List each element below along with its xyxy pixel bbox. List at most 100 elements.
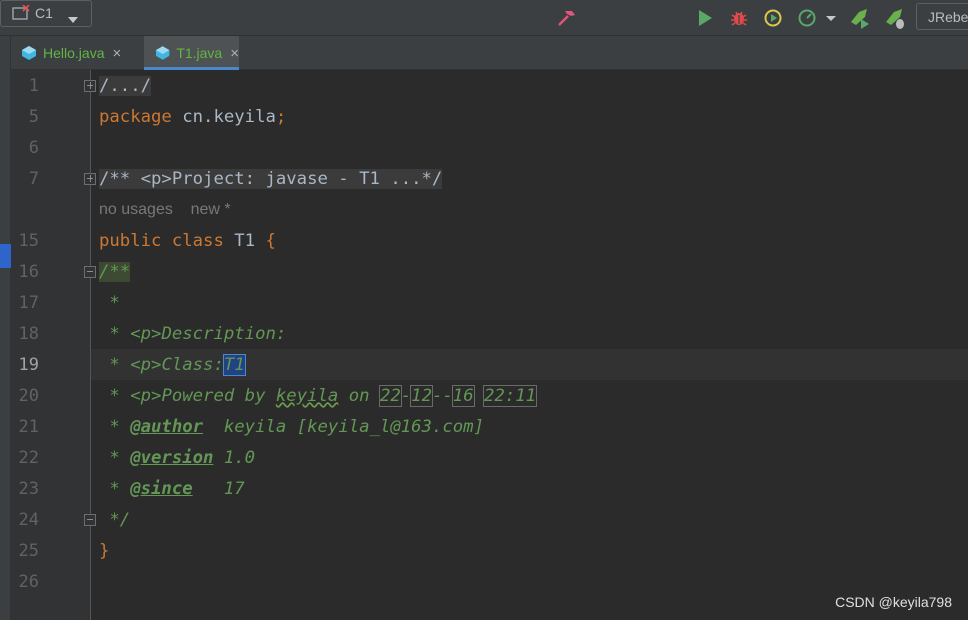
line-number: 24 <box>18 510 39 530</box>
doc-text: Powered by <box>161 386 276 406</box>
code-line-25: } <box>99 540 109 562</box>
build-hammer-icon[interactable] <box>552 4 580 32</box>
date-separator: - <box>400 386 412 406</box>
brace: { <box>265 231 276 251</box>
run-configuration-selector[interactable]: C1 <box>0 0 92 27</box>
fold-collapse-icon[interactable] <box>84 514 96 526</box>
inlay-usage-hint[interactable]: no usages new * <box>99 201 231 219</box>
line-number: 17 <box>18 293 39 313</box>
doc-prefix: * <box>99 386 131 406</box>
code-line-19: * <p>Class:T1 <box>99 354 246 376</box>
main-toolbar: C1 JRebel <box>0 0 968 36</box>
keyword: public class <box>99 231 224 251</box>
watermark: CSDN @keyila798 <box>835 594 952 610</box>
javadoc-tag: @since <box>130 479 193 499</box>
tab-label: T1.java <box>176 45 223 61</box>
line-number: 22 <box>18 448 39 468</box>
doc-comment-start: /** <box>99 262 131 282</box>
doc-text: on <box>338 386 380 406</box>
structure-marker[interactable] <box>0 244 11 268</box>
code-line-20: * <p>Powered by keyila on 22-12--16 22:1… <box>99 385 538 407</box>
line-number: 21 <box>18 417 39 437</box>
current-line-number: 19 <box>18 355 39 375</box>
date-space <box>474 386 484 406</box>
doc-text: 17 <box>192 479 245 499</box>
code-line-24: */ <box>99 510 131 530</box>
close-icon[interactable]: × <box>112 45 121 62</box>
jrebel-selector[interactable]: JRebel <box>916 3 968 30</box>
code-editor[interactable]: 1 5 6 7 15 16 17 18 19 20 21 22 23 24 25… <box>11 70 968 620</box>
doc-prefix: * <box>99 448 131 468</box>
fold-expand-icon[interactable] <box>84 80 96 92</box>
doc-prefix: * <box>99 355 131 375</box>
code-line-16: /** <box>99 261 131 283</box>
keyword: package <box>99 107 172 127</box>
close-icon[interactable]: × <box>230 45 239 62</box>
javadoc-tag: @version <box>130 448 214 468</box>
code-line-5: package cn.keyila; <box>99 106 286 128</box>
doc-text: 1.0 <box>213 448 256 468</box>
jrebel-debug-icon[interactable] <box>881 4 909 32</box>
line-number: 18 <box>18 324 39 344</box>
fold-collapse-icon[interactable] <box>84 266 96 278</box>
html-tag: <p> <box>130 355 162 375</box>
editor-tab-bar: Hello.java × T1.java × <box>11 36 968 70</box>
doc-text: Class: <box>161 355 224 375</box>
doc-text: Description: <box>161 324 287 344</box>
typo-word[interactable]: keyila <box>276 386 338 406</box>
selected-word[interactable]: T1 <box>222 354 246 376</box>
doc-prefix: * <box>99 479 131 499</box>
line-number: 20 <box>18 386 39 406</box>
time-field[interactable]: 22:11 <box>483 385 538 407</box>
date-field-year[interactable]: 22 <box>378 385 402 407</box>
gutter-separator <box>90 70 91 620</box>
profiler-icon[interactable] <box>794 4 840 32</box>
fold-expand-icon[interactable] <box>84 173 96 185</box>
left-tool-strip <box>0 36 11 620</box>
run-config-icon <box>12 4 30 25</box>
code-line-22: * @version 1.0 <box>99 447 255 469</box>
jrebel-run-icon[interactable] <box>846 4 874 32</box>
line-number: 7 <box>28 169 39 189</box>
java-class-icon <box>155 46 170 60</box>
date-field-day[interactable]: 16 <box>451 385 475 407</box>
code-line-7: /** <p>Project: javase - T1 ...*/ <box>99 168 443 190</box>
brace: } <box>99 541 110 561</box>
run-config-label: C1 <box>35 5 53 21</box>
line-number: 15 <box>18 231 39 251</box>
line-number: 5 <box>28 107 39 127</box>
coverage-icon[interactable] <box>760 4 786 32</box>
tab-label: Hello.java <box>43 45 105 61</box>
code-line-15: public class T1 { <box>99 230 276 252</box>
doc-text: keyila [keyila_l@163.com] <box>203 417 484 437</box>
dropdown-arrow-icon <box>67 9 79 28</box>
line-number: 1 <box>28 76 39 96</box>
tab-t1-java[interactable]: T1.java × <box>144 36 239 70</box>
debug-icon[interactable] <box>726 4 752 32</box>
line-number: 23 <box>18 479 39 499</box>
semicolon: ; <box>275 107 287 127</box>
doc-prefix: * <box>99 324 131 344</box>
package-name: cn.keyila <box>171 107 276 127</box>
html-tag: <p> <box>130 386 162 406</box>
line-number: 6 <box>28 138 39 158</box>
line-number: 16 <box>18 262 39 282</box>
date-separator: -- <box>431 386 453 406</box>
code-line-17: * <box>99 293 120 313</box>
html-tag: <p> <box>130 324 162 344</box>
doc-prefix: * <box>99 417 131 437</box>
date-field-month[interactable]: 12 <box>410 385 433 407</box>
tab-hello-java[interactable]: Hello.java × <box>21 36 146 70</box>
java-class-icon <box>22 46 36 60</box>
line-number: 26 <box>18 572 39 592</box>
line-number: 25 <box>18 541 39 561</box>
run-icon[interactable] <box>692 4 718 32</box>
folded-region[interactable]: /.../ <box>99 76 152 96</box>
javadoc-tag: @author <box>130 417 204 437</box>
code-line-1: /.../ <box>99 75 152 97</box>
code-line-23: * @since 17 <box>99 478 245 500</box>
class-name: T1 <box>223 231 266 251</box>
code-line-21: * @author keyila [keyila_l@163.com] <box>99 416 484 438</box>
folded-doc-comment[interactable]: /** <p>Project: javase - T1 ...*/ <box>99 169 443 189</box>
code-line-18: * <p>Description: <box>99 323 286 345</box>
